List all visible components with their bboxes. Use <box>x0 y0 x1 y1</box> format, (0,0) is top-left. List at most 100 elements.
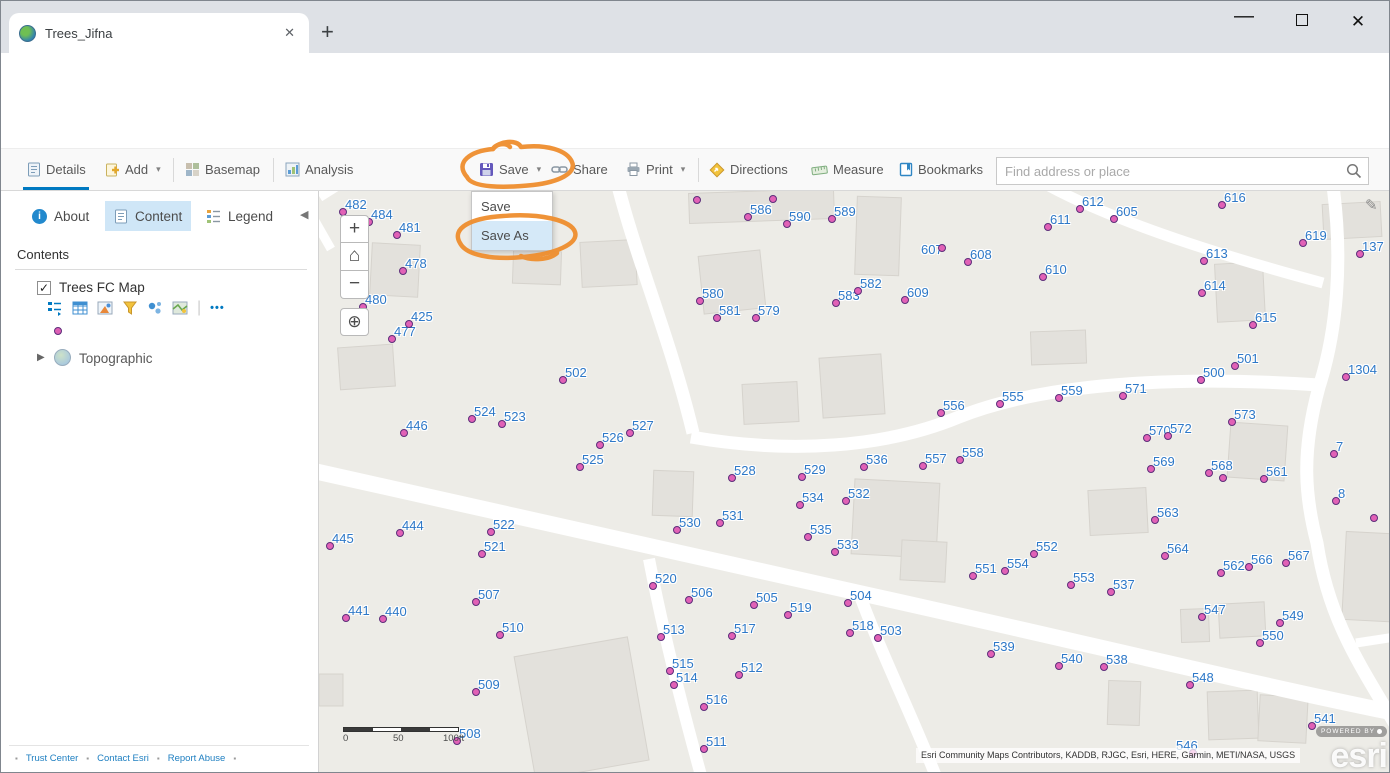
map-point-590[interactable] <box>783 220 791 228</box>
map-point-517[interactable] <box>728 632 736 640</box>
home-extent-button[interactable]: ⌂ <box>340 243 369 271</box>
map-point-619[interactable] <box>1299 239 1307 247</box>
new-tab-button[interactable]: + <box>321 19 334 45</box>
map-point-444[interactable] <box>396 529 404 537</box>
show-table-icon[interactable] <box>72 300 88 316</box>
bookmarks-button[interactable]: Bookmarks <box>899 149 983 190</box>
map-point-610[interactable] <box>1039 273 1047 281</box>
map-point-524[interactable] <box>468 415 476 423</box>
share-button[interactable]: Share <box>551 149 608 190</box>
collapse-panel-icon[interactable]: ◀ <box>300 208 308 221</box>
tab-legend[interactable]: Legend <box>197 201 282 231</box>
map-point-509[interactable] <box>472 688 480 696</box>
map-point-502[interactable] <box>559 376 567 384</box>
map-point-561[interactable] <box>1260 475 1268 483</box>
map-point-504[interactable] <box>844 599 852 607</box>
map-point-609[interactable] <box>901 296 909 304</box>
details-button[interactable]: Details <box>27 149 86 190</box>
map-point-440[interactable] <box>379 615 387 623</box>
perform-analysis-icon[interactable] <box>172 300 188 316</box>
map-point-616[interactable] <box>1218 201 1226 209</box>
window-maximize-button[interactable] <box>1287 13 1317 31</box>
map-point-583[interactable] <box>832 299 840 307</box>
layer-checkbox[interactable]: ✓ <box>37 281 51 295</box>
find-my-location-button[interactable]: ⊕ <box>340 308 369 336</box>
map-point-477[interactable] <box>388 335 396 343</box>
map-point-564[interactable] <box>1161 552 1169 560</box>
cluster-points-icon[interactable] <box>147 300 163 316</box>
map-point-1304[interactable] <box>1342 373 1350 381</box>
map-point-613[interactable] <box>1200 257 1208 265</box>
trust-center-link[interactable]: Trust Center <box>26 753 78 764</box>
window-minimize-button[interactable]: — <box>1229 5 1259 28</box>
measure-button[interactable]: Measure <box>811 149 884 190</box>
filter-icon[interactable] <box>122 300 138 316</box>
map-point-7[interactable] <box>1330 450 1338 458</box>
map-point-507[interactable] <box>472 598 480 606</box>
menu-item-save[interactable]: Save <box>472 192 552 221</box>
zoom-in-button[interactable]: + <box>340 215 369 243</box>
show-legend-icon[interactable] <box>47 300 63 316</box>
map-point-586[interactable] <box>744 213 752 221</box>
map-point-515[interactable] <box>666 667 674 675</box>
map-point-562[interactable] <box>1217 569 1225 577</box>
map-point-533[interactable] <box>831 548 839 556</box>
map-point-513[interactable] <box>657 633 665 641</box>
map-point-566[interactable] <box>1245 563 1253 571</box>
map-point-522[interactable] <box>487 528 495 536</box>
map-point[interactable] <box>769 195 777 203</box>
map-point-567[interactable] <box>1282 559 1290 567</box>
map-point-582[interactable] <box>854 287 862 295</box>
map-point-512[interactable] <box>735 671 743 679</box>
map-point-481[interactable] <box>393 231 401 239</box>
map-point-611[interactable] <box>1044 223 1052 231</box>
map-point-529[interactable] <box>798 473 806 481</box>
contact-esri-link[interactable]: Contact Esri <box>97 753 149 764</box>
map-point-563[interactable] <box>1151 516 1159 524</box>
map-point-505[interactable] <box>750 601 758 609</box>
map-point[interactable] <box>1370 514 1378 522</box>
map-point-569[interactable] <box>1147 465 1155 473</box>
map-point-538[interactable] <box>1100 663 1108 671</box>
map-point-445[interactable] <box>326 542 334 550</box>
map-point-532[interactable] <box>842 497 850 505</box>
map-point-534[interactable] <box>796 501 804 509</box>
map-point-535[interactable] <box>804 533 812 541</box>
map-point-523[interactable] <box>498 420 506 428</box>
map-point-559[interactable] <box>1055 394 1063 402</box>
map-point-500[interactable] <box>1197 376 1205 384</box>
map-point-550[interactable] <box>1256 639 1264 647</box>
map-point-551[interactable] <box>969 572 977 580</box>
map-point-441[interactable] <box>342 614 350 622</box>
map-point-528[interactable] <box>728 474 736 482</box>
map-point-446[interactable] <box>400 429 408 437</box>
map-point-540[interactable] <box>1055 662 1063 670</box>
map-point-615[interactable] <box>1249 321 1257 329</box>
map-point-530[interactable] <box>673 526 681 534</box>
change-style-icon[interactable] <box>97 300 113 316</box>
map-point-552[interactable] <box>1030 550 1038 558</box>
map-point-605[interactable] <box>1110 215 1118 223</box>
map-point-137[interactable] <box>1356 250 1364 258</box>
map-point-514[interactable] <box>670 681 678 689</box>
map-point-571[interactable] <box>1119 392 1127 400</box>
map-point-558[interactable] <box>956 456 964 464</box>
map-point-539[interactable] <box>987 650 995 658</box>
save-button[interactable]: Save ▾ <box>479 149 541 190</box>
map-point-557[interactable] <box>919 462 927 470</box>
expand-basemap-icon[interactable]: ▶ <box>37 352 45 363</box>
map-point-570[interactable] <box>1143 434 1151 442</box>
map-point-549[interactable] <box>1276 619 1284 627</box>
tab-content[interactable]: Content <box>105 201 192 231</box>
map-point-531[interactable] <box>716 519 724 527</box>
map-point-573[interactable] <box>1228 418 1236 426</box>
map-point-556[interactable] <box>937 409 945 417</box>
zoom-out-button[interactable]: − <box>340 271 369 299</box>
map-point-581[interactable] <box>713 314 721 322</box>
map-point-8[interactable] <box>1332 497 1340 505</box>
map-point-580[interactable] <box>696 297 704 305</box>
map-point-553[interactable] <box>1067 581 1075 589</box>
map-point-501[interactable] <box>1231 362 1239 370</box>
basemap-name[interactable]: Topographic <box>79 351 153 366</box>
map-point-568[interactable] <box>1205 469 1213 477</box>
